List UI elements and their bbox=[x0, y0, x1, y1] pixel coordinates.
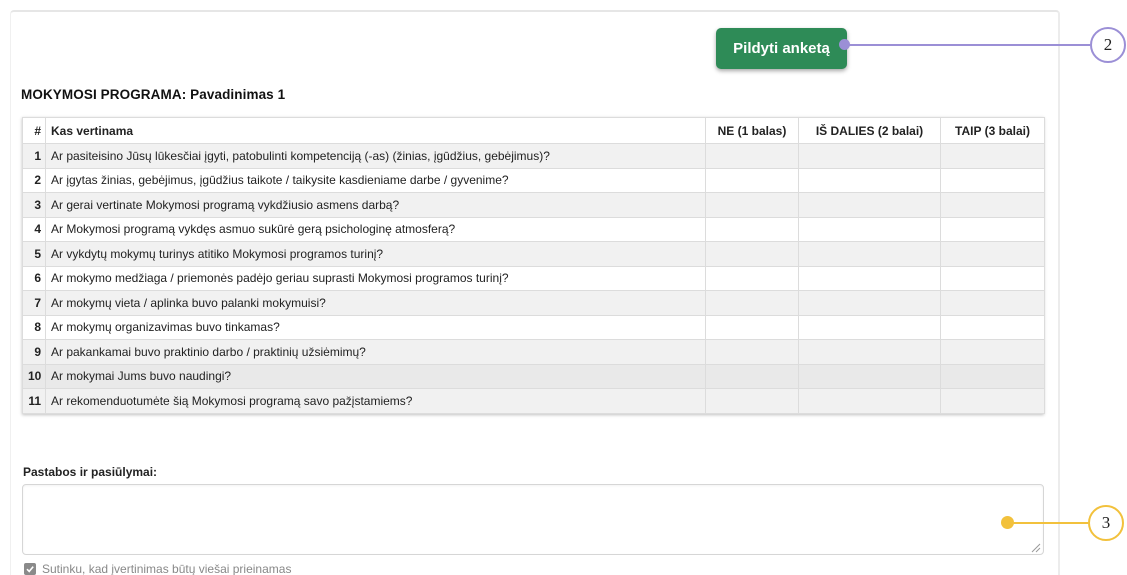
answer-cell-partly[interactable] bbox=[798, 143, 941, 169]
answer-cell-partly[interactable] bbox=[798, 192, 941, 218]
callout-3-dot bbox=[1001, 516, 1014, 529]
question-text: Ar rekomenduotumėte šią Mokymosi program… bbox=[45, 388, 706, 414]
table-row: 1 Ar pasiteisino Jūsų lūkesčiai įgyti, pa… bbox=[22, 143, 1045, 169]
answer-cell-yes[interactable] bbox=[940, 192, 1045, 218]
answer-cell-partly[interactable] bbox=[798, 216, 941, 242]
answer-cell-no[interactable] bbox=[705, 216, 799, 242]
answer-cell-partly[interactable] bbox=[798, 167, 941, 193]
answer-cell-no[interactable] bbox=[705, 265, 799, 291]
table-row: 6 Ar mokymo medžiaga / priemonės padėjo g… bbox=[22, 265, 1045, 291]
answer-cell-yes[interactable] bbox=[940, 241, 1045, 267]
question-text: Ar mokymų vieta / aplinka buvo palanki m… bbox=[45, 290, 706, 316]
program-title: MOKYMOSI PROGRAMA: Pavadinimas 1 bbox=[21, 87, 286, 102]
question-text: Ar pakankamai buvo praktinio darbo / pra… bbox=[45, 339, 706, 365]
row-number: 9 bbox=[22, 339, 46, 365]
table-row: 4 Ar Mokymosi programą vykdęs asmuo sukūr… bbox=[22, 216, 1045, 242]
row-number: 1 bbox=[22, 143, 46, 169]
table-header-row: # Kas vertinama NE (1 balas) IŠ DALIES (… bbox=[22, 117, 1045, 144]
answer-cell-partly[interactable] bbox=[798, 290, 941, 316]
row-number: 4 bbox=[22, 216, 46, 242]
table-body: 1 Ar pasiteisino Jūsų lūkesčiai įgyti, pa… bbox=[22, 143, 1045, 414]
question-text: Ar mokymai Jums buvo naudingi? bbox=[45, 363, 706, 389]
callout-2-dot bbox=[839, 39, 850, 50]
answer-cell-no[interactable] bbox=[705, 167, 799, 193]
question-text: Ar mokymo medžiaga / priemonės padėjo ge… bbox=[45, 265, 706, 291]
column-header-partly: IŠ DALIES (2 balai) bbox=[798, 117, 941, 144]
answer-cell-partly[interactable] bbox=[798, 265, 941, 291]
answer-cell-yes[interactable] bbox=[940, 363, 1045, 389]
row-number: 8 bbox=[22, 314, 46, 340]
column-header-yes: TAIP (3 balai) bbox=[940, 117, 1045, 144]
comments-textarea[interactable] bbox=[22, 484, 1044, 555]
callout-2-badge: 2 bbox=[1090, 27, 1126, 63]
evaluation-page: Pildyti anketą MOKYMOSI PROGRAMA: Pavadi… bbox=[0, 0, 1127, 575]
answer-cell-partly[interactable] bbox=[798, 363, 941, 389]
consent-checkbox[interactable] bbox=[24, 563, 36, 575]
row-number: 7 bbox=[22, 290, 46, 316]
callout-3-badge: 3 bbox=[1088, 505, 1124, 541]
table-row: 9 Ar pakankamai buvo praktinio darbo / pr… bbox=[22, 339, 1045, 365]
row-number: 11 bbox=[22, 388, 46, 414]
row-number: 3 bbox=[22, 192, 46, 218]
answer-cell-no[interactable] bbox=[705, 290, 799, 316]
answer-cell-yes[interactable] bbox=[940, 314, 1045, 340]
table-row: 5 Ar vykdytų mokymų turinys atitiko Mokym… bbox=[22, 241, 1045, 267]
question-text: Ar mokymų organizavimas buvo tinkamas? bbox=[45, 314, 706, 340]
answer-cell-yes[interactable] bbox=[940, 339, 1045, 365]
row-number: 10 bbox=[22, 363, 46, 389]
answer-cell-yes[interactable] bbox=[940, 143, 1045, 169]
consent-label: Sutinku, kad įvertinimas būtų viešai pri… bbox=[42, 562, 292, 575]
row-number: 2 bbox=[22, 167, 46, 193]
answer-cell-no[interactable] bbox=[705, 339, 799, 365]
answer-cell-no[interactable] bbox=[705, 314, 799, 340]
table-row: 10 Ar mokymai Jums buvo naudingi? bbox=[22, 363, 1045, 389]
column-header-question: Kas vertinama bbox=[45, 117, 706, 144]
table-row: 2 Ar įgytas žinias, gebėjimus, įgūdžius t… bbox=[22, 167, 1045, 193]
answer-cell-no[interactable] bbox=[705, 192, 799, 218]
answer-cell-yes[interactable] bbox=[940, 388, 1045, 414]
table-row: 8 Ar mokymų organizavimas buvo tinkamas? bbox=[22, 314, 1045, 340]
table-row: 11 Ar rekomenduotumėte šią Mokymosi progr… bbox=[22, 388, 1045, 414]
question-text: Ar gerai vertinate Mokymosi programą vyk… bbox=[45, 192, 706, 218]
row-number: 6 bbox=[22, 265, 46, 291]
answer-cell-no[interactable] bbox=[705, 143, 799, 169]
answer-cell-yes[interactable] bbox=[940, 167, 1045, 193]
comments-label: Pastabos ir pasiūlymai: bbox=[23, 465, 158, 479]
answer-cell-yes[interactable] bbox=[940, 216, 1045, 242]
question-text: Ar įgytas žinias, gebėjimus, įgūdžius ta… bbox=[45, 167, 706, 193]
column-header-number: # bbox=[22, 117, 46, 144]
answer-cell-partly[interactable] bbox=[798, 339, 941, 365]
fill-questionnaire-button[interactable]: Pildyti anketą bbox=[716, 28, 847, 69]
resize-grip-icon[interactable] bbox=[1031, 543, 1041, 553]
answer-cell-partly[interactable] bbox=[798, 388, 941, 414]
answer-cell-partly[interactable] bbox=[798, 314, 941, 340]
consent-row: Sutinku, kad įvertinimas būtų viešai pri… bbox=[24, 562, 291, 575]
callout-2-line bbox=[846, 44, 1090, 46]
answer-cell-yes[interactable] bbox=[940, 265, 1045, 291]
callout-3-line bbox=[1008, 522, 1088, 524]
answer-cell-yes[interactable] bbox=[940, 290, 1045, 316]
row-number: 5 bbox=[22, 241, 46, 267]
answer-cell-no[interactable] bbox=[705, 241, 799, 267]
table-row: 3 Ar gerai vertinate Mokymosi programą vy… bbox=[22, 192, 1045, 218]
question-text: Ar pasiteisino Jūsų lūkesčiai įgyti, pat… bbox=[45, 143, 706, 169]
answer-cell-no[interactable] bbox=[705, 363, 799, 389]
table-row: 7 Ar mokymų vieta / aplinka buvo palanki … bbox=[22, 290, 1045, 316]
question-text: Ar vykdytų mokymų turinys atitiko Mokymo… bbox=[45, 241, 706, 267]
checkmark-icon bbox=[26, 566, 34, 573]
answer-cell-partly[interactable] bbox=[798, 241, 941, 267]
evaluation-table: # Kas vertinama NE (1 balas) IŠ DALIES (… bbox=[22, 117, 1045, 414]
column-header-no: NE (1 balas) bbox=[705, 117, 799, 144]
answer-cell-no[interactable] bbox=[705, 388, 799, 414]
question-text: Ar Mokymosi programą vykdęs asmuo sukūrė… bbox=[45, 216, 706, 242]
evaluation-table-container: # Kas vertinama NE (1 balas) IŠ DALIES (… bbox=[22, 117, 1045, 414]
